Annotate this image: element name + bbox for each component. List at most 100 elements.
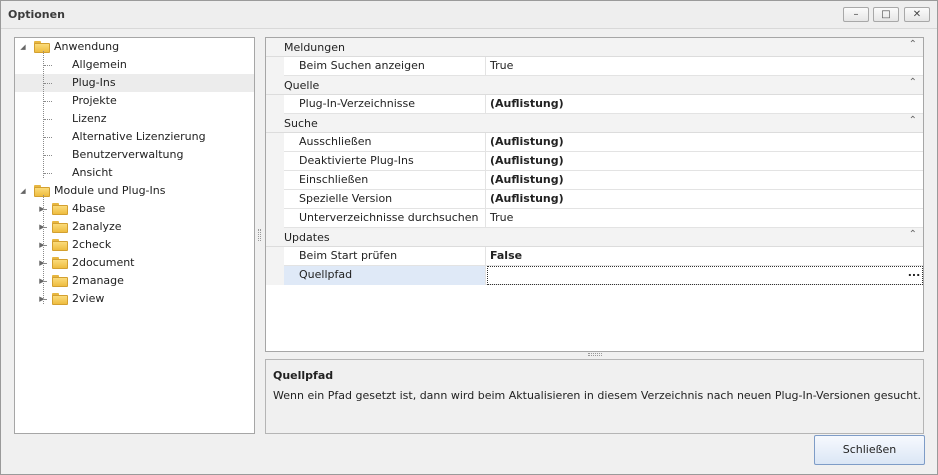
property-value[interactable]: (Auflistung)	[487, 171, 923, 190]
category-label: Meldungen	[284, 41, 345, 54]
tree-item-lizenz[interactable]: Lizenz	[15, 110, 254, 128]
property-row[interactable]: Quellpfad...	[266, 266, 923, 285]
property-row[interactable]: Einschließen (Auflistung)	[266, 171, 923, 190]
category-suche[interactable]: Suche ⌃	[266, 114, 923, 133]
title-bar: Optionen – □ ✕	[1, 1, 937, 29]
category-label: Quelle	[284, 79, 320, 92]
chevron-up-icon[interactable]: ⌃	[909, 39, 917, 50]
close-button[interactable]: Schließen	[814, 435, 925, 465]
folder-icon	[34, 41, 50, 53]
expand-arrow-icon[interactable]: ▶	[37, 272, 47, 290]
tree-group-label: Anwendung	[54, 40, 120, 53]
horizontal-splitter-grip[interactable]	[588, 353, 602, 356]
tree-connector	[44, 101, 52, 102]
tree-connector	[44, 173, 52, 174]
property-value[interactable]: True	[487, 209, 923, 228]
property-name: Quellpfad	[284, 266, 486, 285]
browse-button[interactable]: ...	[907, 266, 921, 283]
property-value[interactable]: (Auflistung)	[487, 190, 923, 209]
tree-item-label: 2view	[72, 292, 105, 305]
tree-connector	[43, 51, 44, 178]
property-row[interactable]: Beim Start prüfen False	[266, 247, 923, 266]
property-value[interactable]: (Auflistung)	[487, 95, 923, 114]
tree-connector	[44, 65, 52, 66]
tree-item-plug-ins[interactable]: Plug-Ins	[15, 74, 254, 92]
tree-item-label: Plug-Ins	[72, 76, 116, 89]
tree-item-label: 2manage	[72, 274, 124, 287]
description-title: Quellpfad	[273, 369, 334, 382]
tree-item-4base[interactable]: ▶ 4base	[15, 200, 254, 218]
vertical-splitter-grip[interactable]	[258, 229, 261, 241]
chevron-up-icon[interactable]: ⌃	[909, 115, 917, 126]
category-label: Suche	[284, 117, 318, 130]
category-updates[interactable]: Updates ⌃	[266, 228, 923, 247]
property-name: Plug-In-Verzeichnisse	[284, 95, 486, 114]
tree-item-2check[interactable]: ▶ 2check	[15, 236, 254, 254]
property-name: Beim Suchen anzeigen	[284, 57, 486, 76]
property-name: Ausschließen	[284, 133, 486, 152]
property-value-input[interactable]	[487, 266, 923, 285]
property-row[interactable]: Deaktivierte Plug-Ins (Auflistung)	[266, 152, 923, 171]
property-name: Spezielle Version	[284, 190, 486, 209]
tree-item-label: Projekte	[72, 94, 117, 107]
maximize-button[interactable]: □	[873, 7, 899, 22]
options-tree: ◢ Anwendung Allgemein Plug-Ins Projekte Lizen…	[14, 37, 255, 434]
tree-group-1[interactable]: ◢ Module und Plug-Ins	[15, 182, 254, 200]
property-value[interactable]: True	[487, 57, 923, 76]
expand-arrow-icon[interactable]: ▶	[37, 290, 47, 308]
folder-icon	[52, 293, 68, 305]
tree-item-label: Ansicht	[72, 166, 113, 179]
folder-icon	[52, 221, 68, 233]
expand-arrow-icon[interactable]: ▶	[37, 254, 47, 272]
folder-icon	[52, 239, 68, 251]
chevron-up-icon[interactable]: ⌃	[909, 229, 917, 240]
minimize-button[interactable]: –	[843, 7, 869, 22]
property-value[interactable]: False	[487, 247, 923, 266]
tree-connector	[44, 83, 52, 84]
category-label: Updates	[284, 231, 330, 244]
expand-arrow-icon[interactable]: ▶	[37, 236, 47, 254]
expand-arrow-icon[interactable]: ◢	[18, 38, 28, 56]
description-text: Wenn ein Pfad gesetzt ist, dann wird bei…	[273, 389, 922, 402]
expand-arrow-icon[interactable]: ◢	[18, 182, 28, 200]
tree-item-ansicht[interactable]: Ansicht	[15, 164, 254, 182]
tree-item-2view[interactable]: ▶ 2view	[15, 290, 254, 308]
tree-item-label: Alternative Lizenzierung	[72, 130, 206, 143]
property-row[interactable]: Ausschließen (Auflistung)	[266, 133, 923, 152]
tree-item-projekte[interactable]: Projekte	[15, 92, 254, 110]
property-row[interactable]: Plug-In-Verzeichnisse (Auflistung)	[266, 95, 923, 114]
tree-item-2manage[interactable]: ▶ 2manage	[15, 272, 254, 290]
description-panel: Quellpfad Wenn ein Pfad gesetzt ist, dan…	[265, 359, 924, 434]
tree-item-alternative-lizenzierung[interactable]: Alternative Lizenzierung	[15, 128, 254, 146]
options-dialog: Optionen – □ ✕ ◢ Anwendung Allgemein Plug-I…	[0, 0, 938, 475]
tree-group-0[interactable]: ◢ Anwendung	[15, 38, 254, 56]
tree-item-allgemein[interactable]: Allgemein	[15, 56, 254, 74]
folder-icon	[34, 185, 50, 197]
tree-item-2document[interactable]: ▶ 2document	[15, 254, 254, 272]
property-row[interactable]: Unterverzeichnisse durchsuchen True	[266, 209, 923, 228]
chevron-up-icon[interactable]: ⌃	[909, 77, 917, 88]
folder-icon	[52, 203, 68, 215]
tree-item-2analyze[interactable]: ▶ 2analyze	[15, 218, 254, 236]
tree-item-benutzerverwaltung[interactable]: Benutzerverwaltung	[15, 146, 254, 164]
tree-item-label: 4base	[72, 202, 106, 215]
tree-item-label: Allgemein	[72, 58, 127, 71]
close-window-button[interactable]: ✕	[904, 7, 930, 22]
window-title: Optionen	[8, 8, 65, 21]
tree-connector	[43, 195, 44, 304]
tree-group-label: Module und Plug-Ins	[54, 184, 166, 197]
tree-connector	[44, 119, 52, 120]
property-name: Beim Start prüfen	[284, 247, 486, 266]
row-indent	[266, 171, 284, 190]
expand-arrow-icon[interactable]: ▶	[37, 218, 47, 236]
property-row[interactable]: Beim Suchen anzeigen True	[266, 57, 923, 76]
property-value[interactable]: (Auflistung)	[487, 152, 923, 171]
property-row[interactable]: Spezielle Version (Auflistung)	[266, 190, 923, 209]
row-indent	[266, 133, 284, 152]
category-meldungen[interactable]: Meldungen ⌃	[266, 38, 923, 57]
expand-arrow-icon[interactable]: ▶	[37, 200, 47, 218]
property-value[interactable]: (Auflistung)	[487, 133, 923, 152]
row-indent	[266, 247, 284, 266]
row-indent	[266, 209, 284, 228]
category-quelle[interactable]: Quelle ⌃	[266, 76, 923, 95]
